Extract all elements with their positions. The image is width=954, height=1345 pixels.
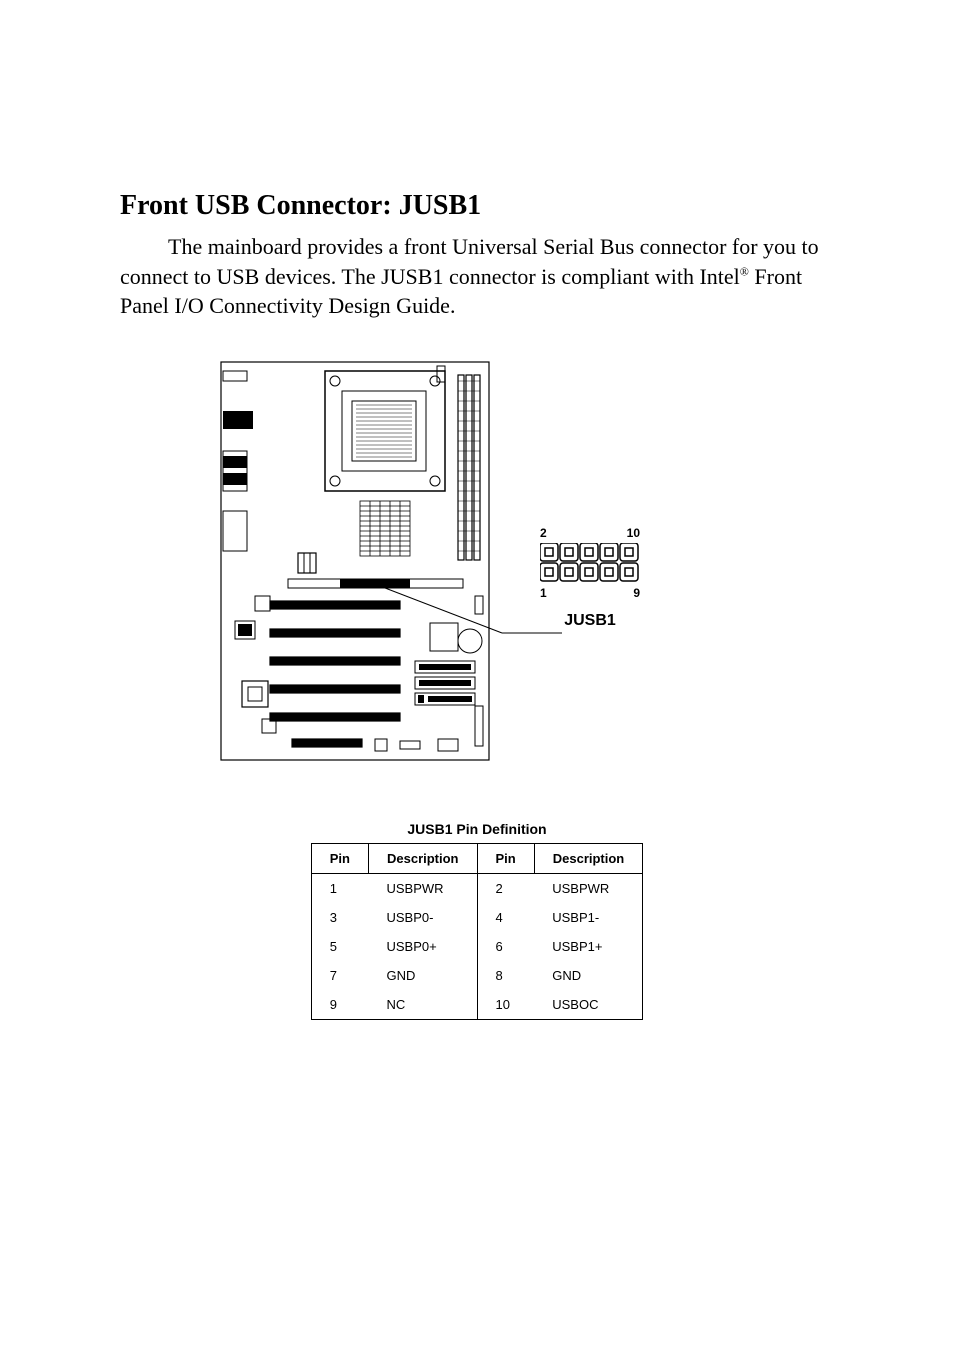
cell-desc: NC — [368, 990, 477, 1020]
cell-desc: USBPWR — [368, 874, 477, 904]
table-row: 1USBPWR2USBPWR — [311, 874, 643, 904]
motherboard-svg — [220, 361, 490, 761]
cell-desc: GND — [368, 961, 477, 990]
cell-desc: USBOC — [534, 990, 643, 1020]
cell-pin: 7 — [311, 961, 368, 990]
pin-label-1: 1 — [540, 586, 547, 600]
cell-pin: 9 — [311, 990, 368, 1020]
table-row: 9NC10USBOC — [311, 990, 643, 1020]
pin-label-9: 9 — [633, 586, 640, 600]
cell-pin: 5 — [311, 932, 368, 961]
col-desc-b: Description — [534, 844, 643, 874]
col-desc-a: Description — [368, 844, 477, 874]
table-row: 5USBP0+6USBP1+ — [311, 932, 643, 961]
cell-desc: USBP0- — [368, 903, 477, 932]
cell-desc: USBP0+ — [368, 932, 477, 961]
pin-label-2: 2 — [540, 526, 547, 540]
cell-desc: GND — [534, 961, 643, 990]
pin-label-10: 10 — [627, 526, 640, 540]
intro-paragraph: The mainboard provides a front Universal… — [120, 232, 834, 321]
page-title: Front USB Connector: JUSB1 — [120, 190, 834, 222]
motherboard-diagram — [220, 361, 490, 761]
cell-desc: USBP1+ — [534, 932, 643, 961]
table-header-row: Pin Description Pin Description — [311, 844, 643, 874]
col-pin-b: Pin — [477, 844, 534, 874]
registered-mark: ® — [740, 264, 749, 278]
cell-pin: 6 — [477, 932, 534, 961]
table-row: 3USBP0-4USBP1- — [311, 903, 643, 932]
cell-desc: USBP1- — [534, 903, 643, 932]
cell-pin: 3 — [311, 903, 368, 932]
connector-callout: 2 10 1 9 JUSB1 — [540, 526, 640, 630]
cell-pin: 1 — [311, 874, 368, 904]
table-row: 7GND8GND — [311, 961, 643, 990]
figure-row: 2 10 1 9 JUSB1 — [220, 361, 834, 761]
col-pin-a: Pin — [311, 844, 368, 874]
cell-pin: 4 — [477, 903, 534, 932]
cell-pin: 2 — [477, 874, 534, 904]
intro-main: The mainboard provides a front Universal… — [120, 234, 819, 289]
cell-pin: 8 — [477, 961, 534, 990]
cell-desc: USBPWR — [534, 874, 643, 904]
pin-table-wrap: JUSB1 Pin Definition Pin Description Pin… — [120, 821, 834, 1020]
cell-pin: 10 — [477, 990, 534, 1020]
table-title: JUSB1 Pin Definition — [407, 821, 546, 837]
pin-definition-table: Pin Description Pin Description 1USBPWR2… — [311, 843, 644, 1020]
connector-name: JUSB1 — [564, 612, 616, 630]
header-pinout-icon — [540, 543, 640, 583]
